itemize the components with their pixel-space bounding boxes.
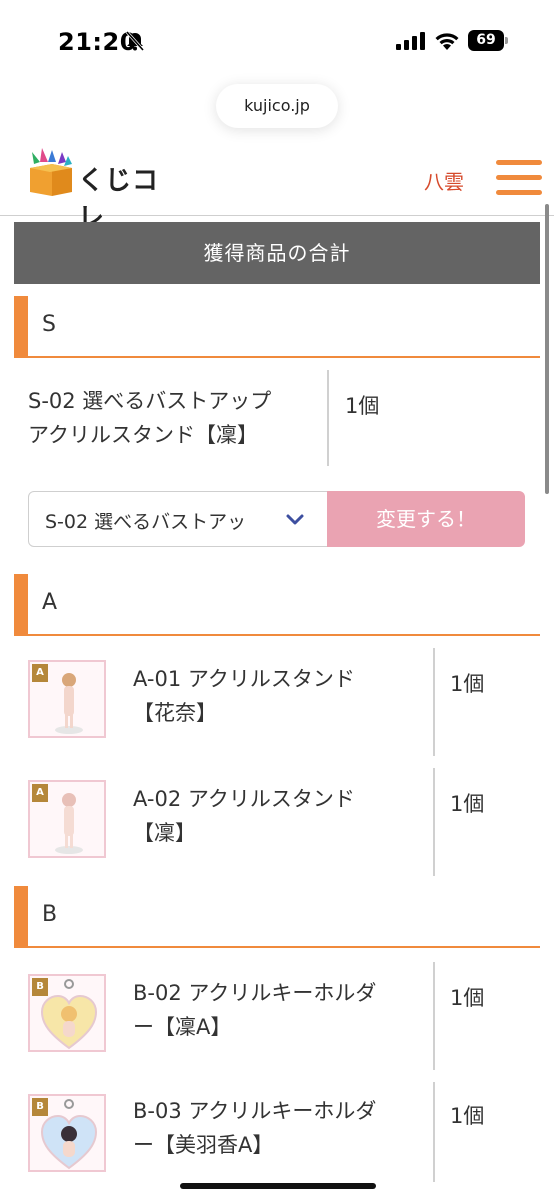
battery-tip xyxy=(505,37,508,44)
item-quantity: 1個 xyxy=(450,672,485,696)
bell-slash-icon xyxy=(125,31,145,51)
item-name-line1: S-02 選べるバストアップ xyxy=(28,389,272,413)
item-name-line2: 【花奈】 xyxy=(133,701,217,725)
rank-badge: A xyxy=(32,664,48,682)
total-heading: 獲得商品の合計 xyxy=(14,222,540,284)
item-quantity: 1個 xyxy=(450,792,485,816)
wifi-icon xyxy=(435,33,459,50)
item-name: B-02 アクリルキーホルダ ー【凜A】 xyxy=(133,976,376,1044)
menu-line xyxy=(496,190,542,195)
item-thumbnail: B xyxy=(28,1094,106,1172)
chevron-down-icon xyxy=(286,514,304,525)
user-name-link[interactable]: 八雲 xyxy=(424,166,464,195)
battery-icon: 69 xyxy=(468,30,508,51)
item-name-line1: A-02 アクリルスタンド xyxy=(133,787,355,811)
status-bar: 21:20 69 xyxy=(0,0,554,80)
section-header-s: S xyxy=(14,296,540,358)
item-name-line2: 【凜】 xyxy=(133,821,196,845)
item-name-line1: B-03 アクリルキーホルダ xyxy=(133,1099,377,1123)
section-label: A xyxy=(42,590,58,615)
item-divider xyxy=(433,962,435,1070)
logo-box-icon xyxy=(30,148,72,196)
item-quantity: 1個 xyxy=(450,986,485,1010)
item-quantity: 1個 xyxy=(345,394,380,418)
section-header-b: B xyxy=(14,886,540,948)
url-bar[interactable]: kujico.jp xyxy=(216,84,338,128)
section-header-a: A xyxy=(14,574,540,636)
rank-badge: A xyxy=(32,784,48,802)
list-item: S-02 選べるバストアップ アクリルスタンド【凜】 1個 xyxy=(14,370,540,466)
item-divider xyxy=(433,768,435,876)
section-label: B xyxy=(42,902,58,927)
item-thumbnail: A xyxy=(28,780,106,858)
section-accent-bar xyxy=(14,574,28,636)
section-label: S xyxy=(42,312,56,337)
item-name-line2: アクリルスタンド【凜】 xyxy=(28,423,258,447)
item-thumbnail: A xyxy=(28,660,106,738)
item-name-line1: B-02 アクリルキーホルダ xyxy=(133,981,377,1005)
item-select[interactable]: S-02 選べるバストアッ xyxy=(28,491,328,547)
section-accent-bar xyxy=(14,886,28,948)
item-quantity: 1個 xyxy=(450,1104,485,1128)
item-name: A-01 アクリルスタンド 【花奈】 xyxy=(133,662,355,730)
rank-badge: B xyxy=(32,1098,48,1116)
item-name: B-03 アクリルキーホルダ ー【美羽香A】 xyxy=(133,1094,376,1162)
item-name-line1: A-01 アクリルスタンド xyxy=(133,667,355,691)
item-divider xyxy=(433,1082,435,1182)
menu-icon[interactable] xyxy=(496,160,542,196)
menu-line xyxy=(496,160,542,165)
change-button[interactable]: 変更する！ xyxy=(327,491,525,547)
list-item: A A-02 アクリルスタンド 【凜】 1個 xyxy=(14,768,540,876)
site-logo[interactable]: くじコレ xyxy=(28,148,178,233)
item-name-line2: ー【美羽香A】 xyxy=(133,1133,274,1157)
page-scrollbar[interactable] xyxy=(545,204,549,494)
select-value: S-02 選べるバストアッ xyxy=(45,511,247,533)
battery-level: 69 xyxy=(468,30,504,51)
menu-line xyxy=(496,175,542,180)
list-item: B B-02 アクリルキーホルダ ー【凜A】 1個 xyxy=(14,962,540,1070)
item-name-line2: ー【凜A】 xyxy=(133,1015,232,1039)
item-name: A-02 アクリルスタンド 【凜】 xyxy=(133,782,355,850)
site-header: くじコレ 八雲 xyxy=(0,140,554,233)
section-accent-bar xyxy=(14,296,28,358)
list-item: B B-03 アクリルキーホルダ ー【美羽香A】 1個 xyxy=(14,1082,540,1182)
item-name: S-02 選べるバストアップ アクリルスタンド【凜】 xyxy=(28,384,271,452)
list-item: A A-01 アクリルスタンド 【花奈】 1個 xyxy=(14,648,540,756)
item-thumbnail: B xyxy=(28,974,106,1052)
item-divider xyxy=(433,648,435,756)
home-indicator[interactable] xyxy=(180,1183,376,1189)
rank-badge: B xyxy=(32,978,48,996)
item-divider xyxy=(327,370,329,466)
signal-icon xyxy=(396,32,425,50)
